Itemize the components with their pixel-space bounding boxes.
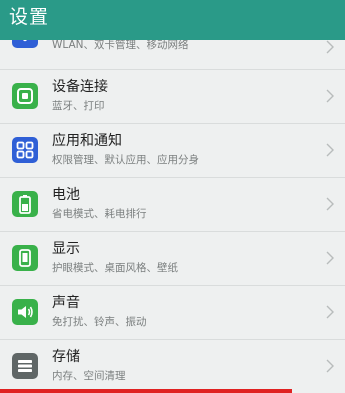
- settings-item-battery[interactable]: 电池 省电模式、耗电排行: [0, 178, 345, 232]
- settings-item-battery-subtitle: 省电模式、耗电排行: [52, 208, 147, 220]
- settings-item-sound[interactable]: 声音 免打扰、铃声、振动: [0, 286, 345, 340]
- settings-item-storage[interactable]: 存储 内存、空间清理: [0, 340, 345, 393]
- storage-icon: [12, 353, 38, 379]
- settings-item-storage-title: 存储: [52, 349, 80, 365]
- sound-icon: [12, 299, 38, 325]
- app-bar: 设置: [0, 0, 345, 40]
- settings-item-sound-title: 声音: [52, 295, 80, 311]
- apps-icon: [12, 137, 38, 163]
- settings-item-device-connection-subtitle: 蓝牙、打印: [52, 100, 105, 112]
- settings-item-storage-subtitle: 内存、空间清理: [52, 370, 126, 382]
- settings-item-display-title: 显示: [52, 241, 80, 257]
- selection-underline: [0, 389, 292, 393]
- chevron-right-icon: [326, 143, 334, 157]
- settings-item-battery-title: 电池: [52, 187, 80, 203]
- settings-item-display-subtitle: 护眼模式、桌面风格、壁纸: [52, 262, 178, 274]
- chevron-right-icon: [326, 89, 334, 103]
- settings-item-display[interactable]: 显示 护眼模式、桌面风格、壁纸: [0, 232, 345, 286]
- settings-screen: WLAN、双卡管理、移动网络 设备连接 蓝牙、打印 应用和通知 权限管理、默认应…: [0, 0, 345, 393]
- settings-item-apps[interactable]: 应用和通知 权限管理、默认应用、应用分身: [0, 124, 345, 178]
- chevron-right-icon: [326, 40, 334, 54]
- settings-list: WLAN、双卡管理、移动网络 设备连接 蓝牙、打印 应用和通知 权限管理、默认应…: [0, 22, 345, 393]
- settings-item-apps-subtitle: 权限管理、默认应用、应用分身: [52, 154, 199, 166]
- settings-item-sound-subtitle: 免打扰、铃声、振动: [52, 316, 147, 328]
- chevron-right-icon: [326, 251, 334, 265]
- settings-item-device-connection[interactable]: 设备连接 蓝牙、打印: [0, 70, 345, 124]
- settings-item-device-connection-title: 设备连接: [52, 79, 108, 95]
- page-title: 设置: [9, 6, 50, 28]
- chevron-right-icon: [326, 359, 334, 373]
- chevron-right-icon: [326, 197, 334, 211]
- settings-item-apps-title: 应用和通知: [52, 133, 122, 149]
- device-connection-icon: [12, 83, 38, 109]
- chevron-right-icon: [326, 305, 334, 319]
- settings-item-network-subtitle: WLAN、双卡管理、移动网络: [52, 39, 189, 51]
- display-icon: [12, 245, 38, 271]
- battery-icon: [12, 191, 38, 217]
